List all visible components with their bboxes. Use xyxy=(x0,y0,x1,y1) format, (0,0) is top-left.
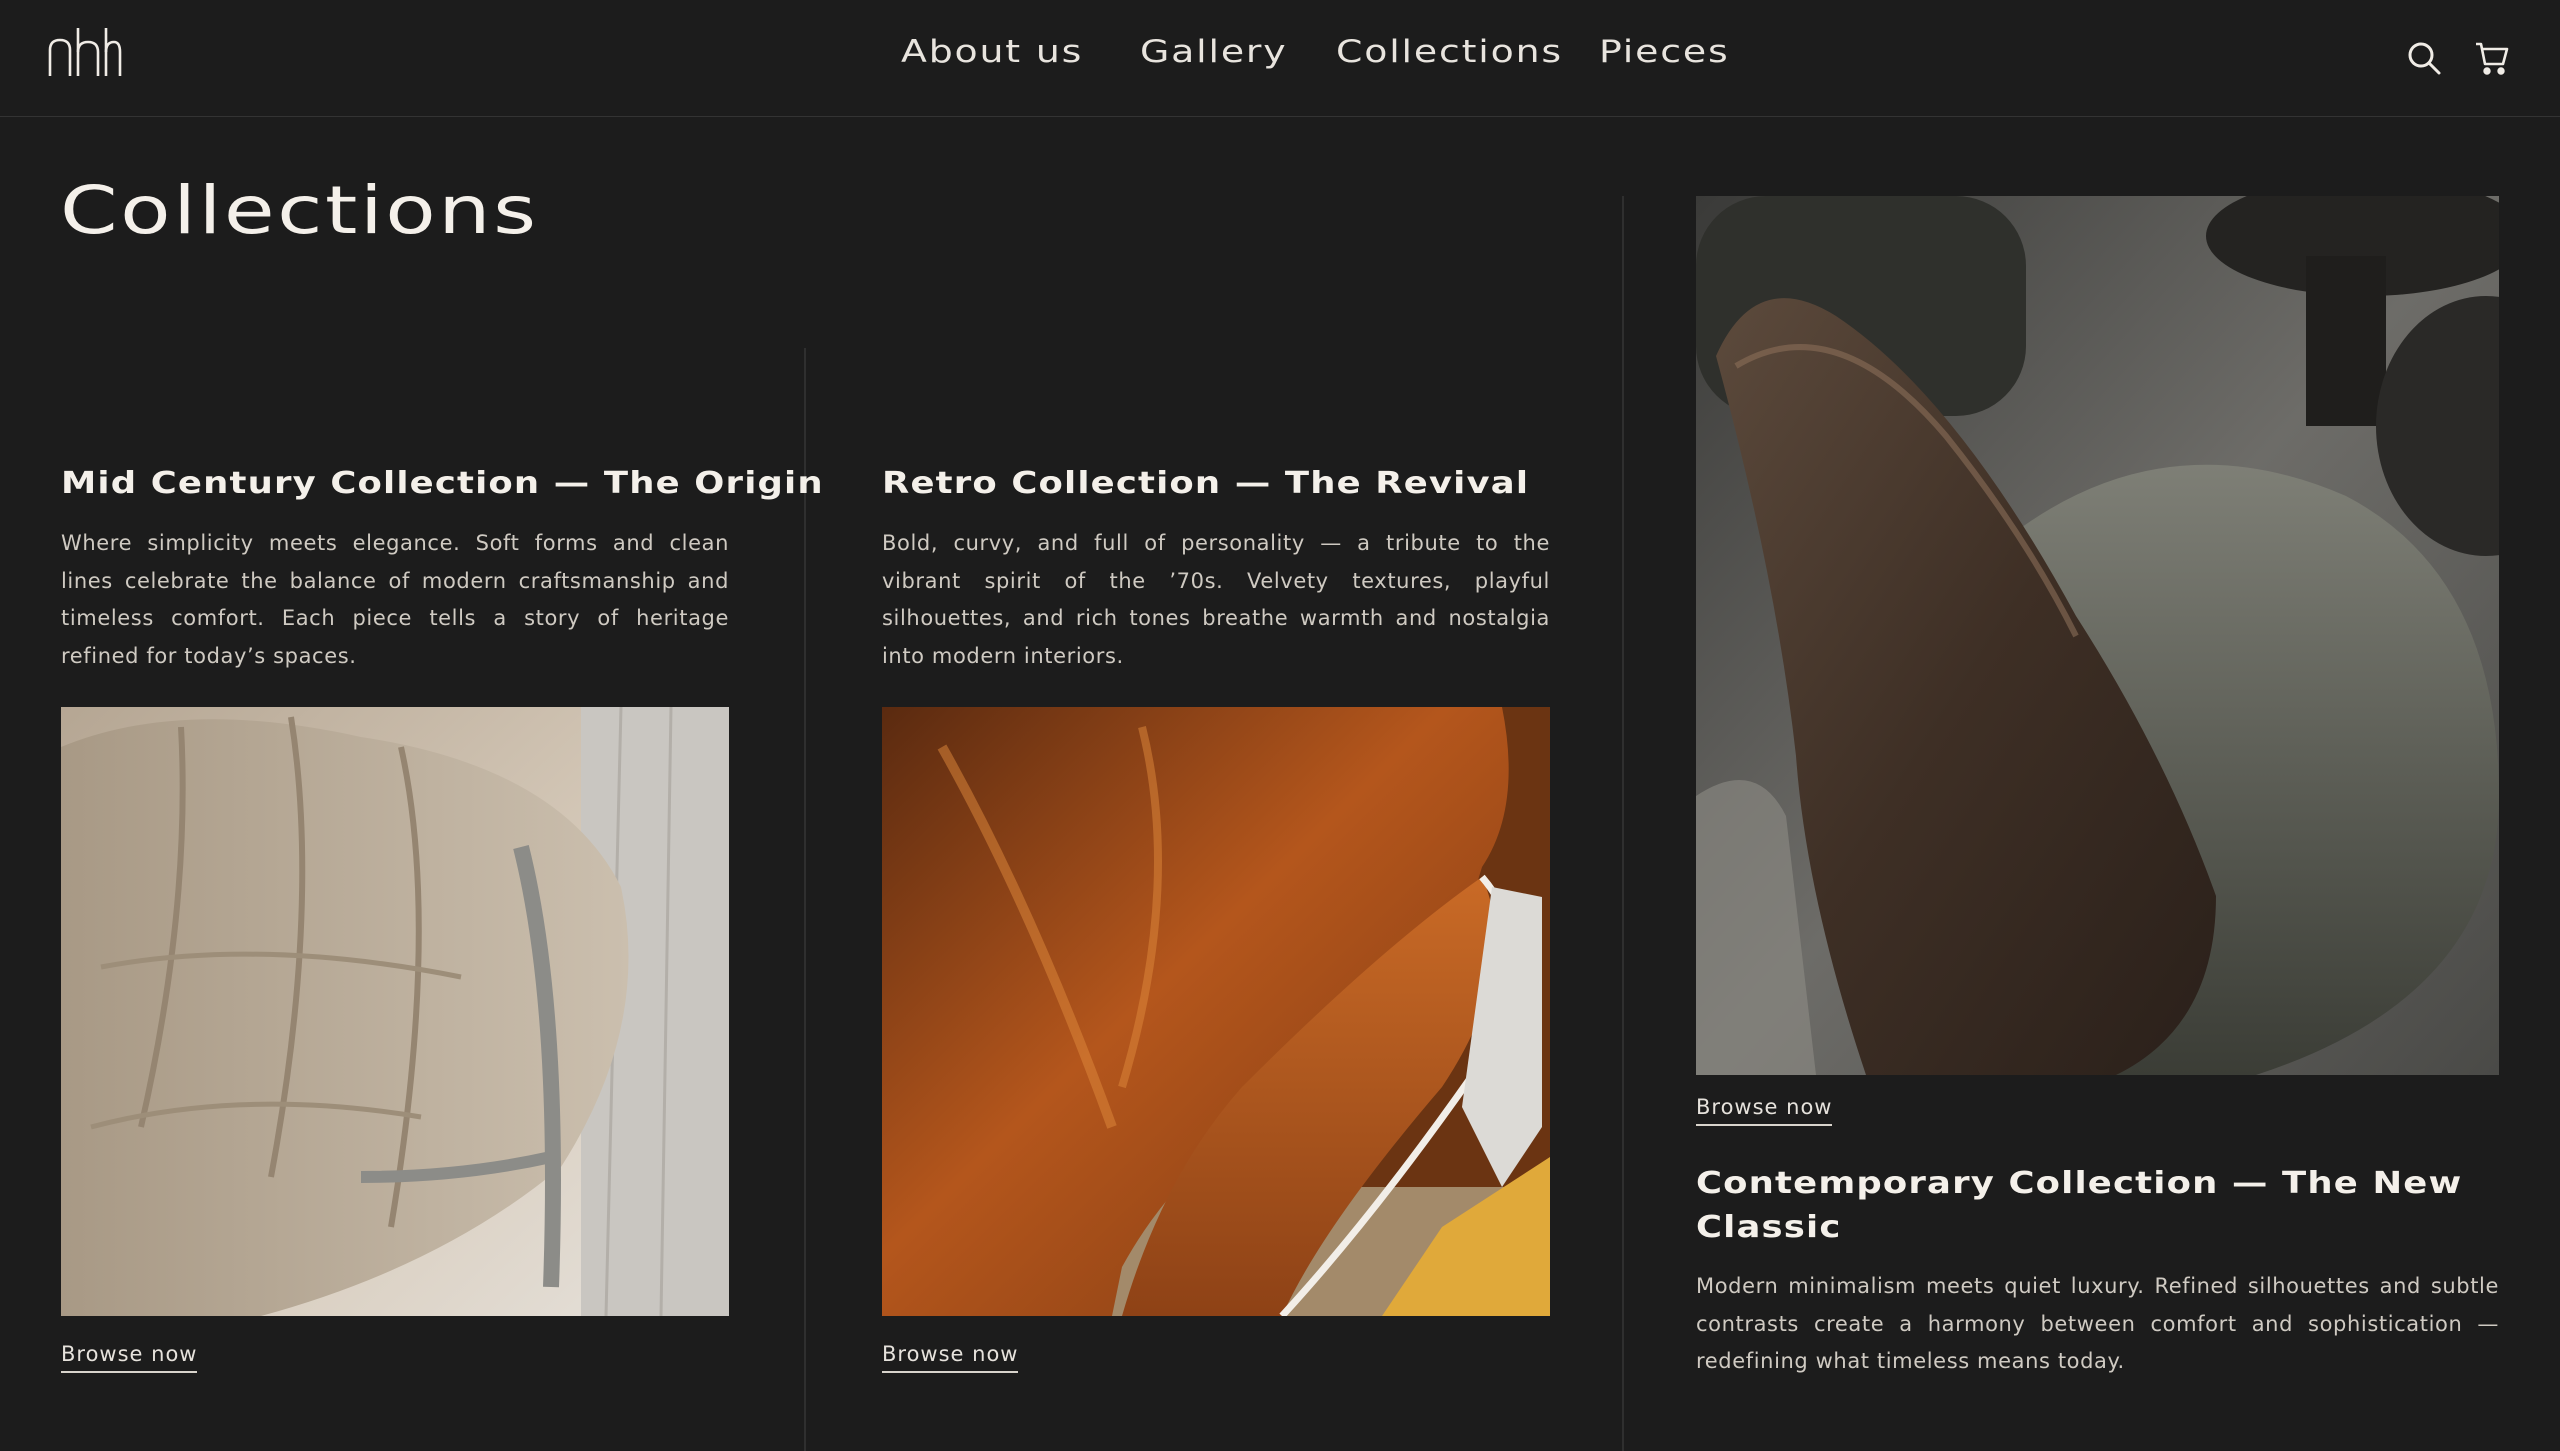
collection-title: Mid Century Collection — The Origin xyxy=(61,466,824,501)
column-divider xyxy=(804,348,806,1451)
nav-about-us[interactable]: About us xyxy=(901,34,1083,70)
browse-now-link[interactable]: Browse now xyxy=(61,1342,198,1373)
rust-velvet-chair-photo[interactable] xyxy=(882,707,1550,1316)
collection-description: Where simplicity meets elegance. Soft fo… xyxy=(61,531,729,668)
nav-gallery[interactable]: Gallery xyxy=(1140,34,1288,70)
leather-boucle-chair-photo[interactable] xyxy=(1696,196,2499,1075)
search-icon[interactable] xyxy=(2406,40,2442,76)
beige-quilted-armchair-photo[interactable] xyxy=(61,707,729,1316)
collection-description: Modern minimalism meets quiet luxury. Re… xyxy=(1696,1274,2499,1373)
cart-icon[interactable] xyxy=(2474,40,2510,76)
collection-title: Contemporary Collection — The New Classi… xyxy=(1696,1166,2463,1245)
collection-description: Bold, curvy, and full of personality — a… xyxy=(882,531,1550,668)
column-divider xyxy=(1622,196,1624,1451)
nav-pieces[interactable]: Pieces xyxy=(1599,34,1730,70)
page-title: Collections xyxy=(60,172,539,249)
browse-now-link[interactable]: Browse now xyxy=(1696,1095,1833,1126)
collection-title: Retro Collection — The Revival xyxy=(882,466,1530,501)
browse-now-link[interactable]: Browse now xyxy=(882,1342,1019,1373)
main-nav: About us Gallery Collections Pieces xyxy=(0,34,2560,82)
top-bar: About us Gallery Collections Pieces xyxy=(0,0,2560,117)
nav-collections[interactable]: Collections xyxy=(1336,34,1563,70)
